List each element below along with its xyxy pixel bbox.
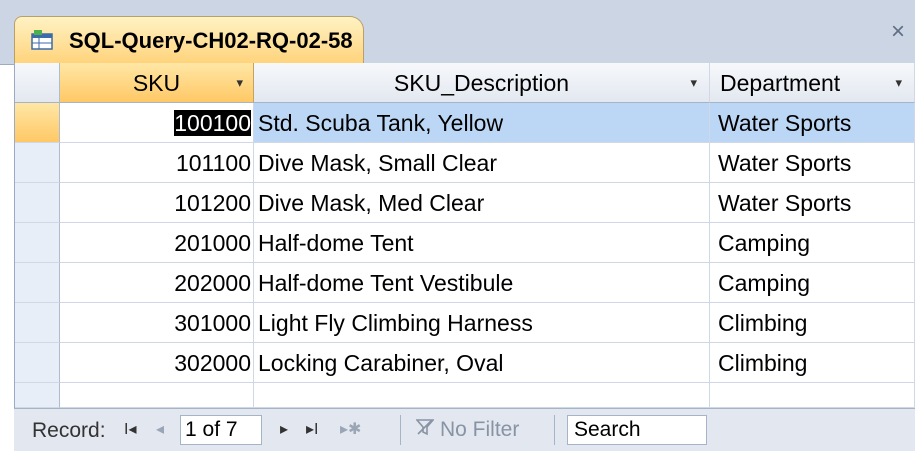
column-header-department[interactable]: Department ▾ bbox=[710, 63, 915, 103]
funnel-icon bbox=[415, 418, 435, 442]
record-selector[interactable] bbox=[15, 383, 60, 408]
next-record-icon[interactable]: ▸ bbox=[280, 419, 288, 439]
description-cell[interactable]: Half-dome Tent bbox=[254, 223, 710, 263]
no-filter-button[interactable]: No Filter bbox=[415, 418, 520, 442]
new-record-row[interactable] bbox=[15, 383, 915, 408]
record-selector[interactable] bbox=[15, 183, 60, 223]
new-record-icon[interactable]: ▸✱ bbox=[340, 419, 361, 439]
table-row[interactable]: 202000 Half-dome Tent Vestibule Camping bbox=[15, 263, 915, 303]
sort-dropdown-icon[interactable]: ▾ bbox=[236, 63, 243, 102]
record-selector[interactable] bbox=[15, 103, 60, 143]
department-cell[interactable]: Water Sports bbox=[710, 183, 915, 223]
description-cell[interactable]: Half-dome Tent Vestibule bbox=[254, 263, 710, 303]
table-row[interactable]: 302000 Locking Carabiner, Oval Climbing bbox=[15, 343, 915, 383]
description-cell[interactable]: Std. Scuba Tank, Yellow bbox=[254, 103, 710, 143]
sku-cell[interactable]: 202000 bbox=[60, 263, 254, 303]
filter-label: No Filter bbox=[440, 418, 520, 441]
search-input[interactable]: Search bbox=[567, 415, 707, 445]
first-record-icon[interactable]: I◂ bbox=[124, 419, 136, 439]
sku-cell[interactable]: 301000 bbox=[60, 303, 254, 343]
close-icon[interactable]: × bbox=[891, 20, 905, 44]
description-cell[interactable]: Dive Mask, Small Clear bbox=[254, 143, 710, 183]
department-cell[interactable]: Climbing bbox=[710, 303, 915, 343]
record-selector[interactable] bbox=[15, 343, 60, 383]
datasheet-grid: SKU ▾ SKU_Description ▾ Department ▾ 100… bbox=[14, 63, 915, 408]
department-cell[interactable]: Climbing bbox=[710, 343, 915, 383]
record-label: Record: bbox=[32, 419, 106, 442]
table-row[interactable]: 101100 Dive Mask, Small Clear Water Spor… bbox=[15, 143, 915, 183]
column-header-label: SKU bbox=[132, 70, 181, 96]
department-cell[interactable]: Camping bbox=[710, 263, 915, 303]
table-row[interactable]: 201000 Half-dome Tent Camping bbox=[15, 223, 915, 263]
table-row[interactable]: 100100 Std. Scuba Tank, Yellow Water Spo… bbox=[15, 103, 915, 143]
sku-cell[interactable]: 101100 bbox=[60, 143, 254, 183]
column-header-label: SKU_Description bbox=[393, 70, 570, 96]
description-cell[interactable]: Locking Carabiner, Oval bbox=[254, 343, 710, 383]
department-cell[interactable] bbox=[710, 383, 915, 408]
select-all-button[interactable] bbox=[15, 63, 60, 103]
query-datasheet-icon bbox=[31, 30, 53, 50]
sort-dropdown-icon[interactable]: ▾ bbox=[895, 63, 902, 102]
previous-record-icon[interactable]: ◂ bbox=[156, 419, 164, 439]
last-record-icon[interactable]: ▸I bbox=[306, 419, 318, 439]
description-cell[interactable] bbox=[254, 383, 710, 408]
sku-cell[interactable] bbox=[60, 383, 254, 408]
sku-value: 100100 bbox=[174, 110, 251, 136]
record-selector[interactable] bbox=[15, 303, 60, 343]
table-row[interactable]: 301000 Light Fly Climbing Harness Climbi… bbox=[15, 303, 915, 343]
query-tab[interactable]: SQL-Query-CH02-RQ-02-58 bbox=[14, 16, 364, 64]
divider bbox=[554, 415, 555, 445]
record-navigation-bar: Record: I◂ ◂ 1 of 7 ▸ ▸I ▸✱ No Filter Se… bbox=[14, 408, 915, 451]
description-cell[interactable]: Dive Mask, Med Clear bbox=[254, 183, 710, 223]
divider bbox=[400, 415, 401, 445]
sort-dropdown-icon[interactable]: ▾ bbox=[690, 63, 697, 102]
header-row: SKU ▾ SKU_Description ▾ Department ▾ bbox=[15, 63, 915, 103]
sku-cell[interactable]: 201000 bbox=[60, 223, 254, 263]
table-row[interactable]: 101200 Dive Mask, Med Clear Water Sports bbox=[15, 183, 915, 223]
department-cell[interactable]: Camping bbox=[710, 223, 915, 263]
record-selector[interactable] bbox=[15, 263, 60, 303]
department-cell[interactable]: Water Sports bbox=[710, 103, 915, 143]
column-header-label: Department bbox=[720, 70, 841, 96]
column-header-sku[interactable]: SKU ▾ bbox=[60, 63, 254, 103]
sku-cell[interactable]: 101200 bbox=[60, 183, 254, 223]
document-tab-strip: SQL-Query-CH02-RQ-02-58 × bbox=[0, 0, 915, 65]
sku-cell[interactable]: 100100 bbox=[60, 103, 254, 143]
record-selector[interactable] bbox=[15, 223, 60, 263]
datasheet-window: SQL-Query-CH02-RQ-02-58 × SKU ▾ SKU_Desc… bbox=[0, 0, 915, 451]
department-cell[interactable]: Water Sports bbox=[710, 143, 915, 183]
description-cell[interactable]: Light Fly Climbing Harness bbox=[254, 303, 710, 343]
column-header-sku-description[interactable]: SKU_Description ▾ bbox=[254, 63, 710, 103]
sku-cell[interactable]: 302000 bbox=[60, 343, 254, 383]
record-selector[interactable] bbox=[15, 143, 60, 183]
record-position-input[interactable]: 1 of 7 bbox=[180, 415, 262, 445]
tab-title: SQL-Query-CH02-RQ-02-58 bbox=[69, 28, 353, 53]
